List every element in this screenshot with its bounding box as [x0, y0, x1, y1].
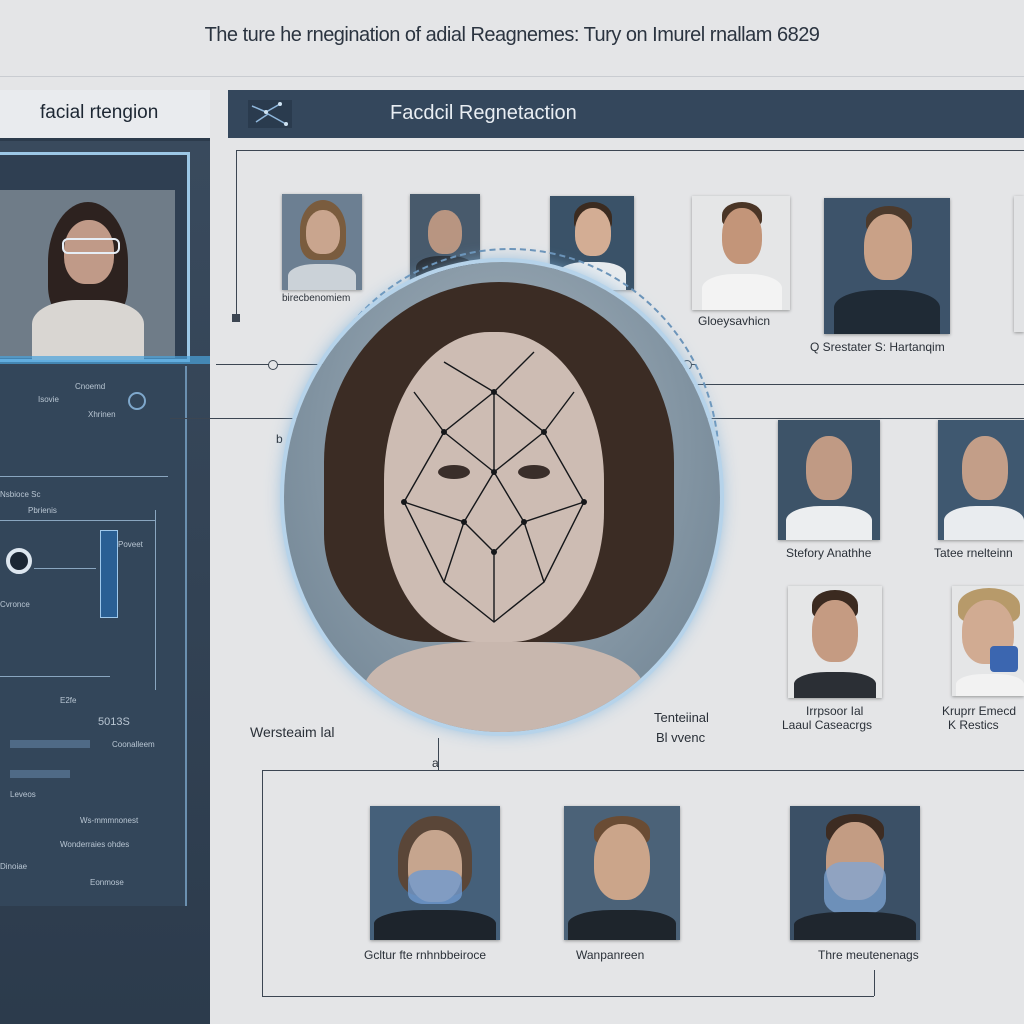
left-label: Xhrinen [88, 410, 116, 419]
face-photo[interactable] [778, 420, 880, 540]
flow-line [874, 970, 875, 996]
photo-caption: Irrpsoor Ial [806, 704, 864, 718]
photo-caption: Wanpanreen [576, 948, 645, 962]
section-label: Bl vvenc [656, 730, 706, 745]
face-photo[interactable] [790, 806, 920, 940]
left-label: Cnoemd [75, 382, 106, 391]
left-panel-glow [0, 356, 210, 364]
flow-line [236, 150, 1024, 151]
flow-line [262, 996, 874, 997]
page-title: The ture he rnegination of adial Reagnem… [204, 24, 820, 46]
left-panel-header: facial rtengion [0, 90, 210, 141]
photo-caption: Thre meutenenags [818, 948, 919, 962]
photo-caption: Tatee rnelteinn [934, 546, 1013, 560]
node-label: b [276, 432, 283, 446]
face-photo[interactable] [938, 420, 1024, 540]
data-chip [10, 740, 90, 748]
left-label: Wonderraies ohdes [60, 840, 130, 849]
photo-caption: Gloeysavhicn [698, 314, 771, 328]
network-logo-icon [248, 100, 292, 128]
main-header-bar: Facdcil Regnetaction [228, 90, 1024, 138]
flow-line [650, 384, 1024, 385]
left-connector [0, 476, 168, 477]
flow-line [262, 770, 1024, 771]
left-label: E2fe [60, 696, 77, 705]
photo-caption: Gcltur fte rnhnbbeiroce [364, 948, 487, 962]
left-connector [0, 520, 155, 521]
face-photo[interactable] [692, 196, 790, 310]
left-connector [155, 510, 156, 690]
node-label: a [432, 756, 439, 770]
photo-caption: Kruprr Emecd [942, 704, 1017, 718]
left-label: Poveet [118, 540, 143, 549]
left-label: Ws-mmmnonest [80, 816, 139, 825]
face-photo[interactable] [788, 586, 882, 698]
face-photo[interactable] [952, 586, 1024, 696]
left-connector [34, 568, 96, 569]
face-photo[interactable] [370, 806, 500, 940]
left-data-panel [0, 366, 187, 906]
flow-line [690, 418, 1024, 419]
face-photo[interactable] [824, 198, 950, 334]
left-label: 5013S [98, 716, 130, 728]
left-camera-photo[interactable] [0, 190, 175, 360]
left-panel-title: facial rtengion [40, 102, 159, 123]
title-divider [0, 76, 1024, 77]
left-label: Dinoiae [0, 862, 28, 871]
section-label: Wersteaim lal [250, 724, 335, 740]
face-photo-partial [1014, 196, 1024, 332]
camera-ring-icon[interactable] [6, 548, 32, 574]
left-label: Isovie [38, 395, 59, 404]
left-label: Eonmose [90, 878, 124, 887]
face-mesh-overlay [401, 351, 587, 623]
status-ring-icon [128, 392, 146, 410]
photo-caption: birecbenomiem [282, 293, 351, 304]
main-face-scan[interactable] [284, 262, 720, 732]
photo-caption: Stefory Anathhe [786, 546, 872, 560]
photo-caption: Q Srestater S: Hartanqim [810, 340, 945, 354]
face-photo[interactable] [282, 194, 362, 290]
left-label: Leveos [10, 790, 36, 799]
flow-line [262, 770, 263, 996]
left-label: Nsbioce Sc [0, 490, 41, 499]
flow-line [236, 150, 237, 320]
section-label: Tenteiinal [654, 710, 709, 725]
photo-caption: Laaul Caseacrgs [782, 718, 873, 732]
face-photo[interactable] [564, 806, 680, 940]
left-label: Cvronce [0, 600, 30, 609]
flow-node [268, 360, 278, 370]
scanner-panel-icon [100, 530, 118, 618]
flow-node [232, 314, 240, 322]
left-connector [0, 676, 110, 677]
main-header-title: Facdcil Regnetaction [390, 102, 577, 124]
flow-line [170, 418, 300, 419]
data-chip [10, 770, 70, 778]
left-label: Coonalleem [112, 740, 155, 749]
photo-caption: K Restics [948, 718, 999, 732]
left-label: Pbrienis [28, 506, 57, 515]
